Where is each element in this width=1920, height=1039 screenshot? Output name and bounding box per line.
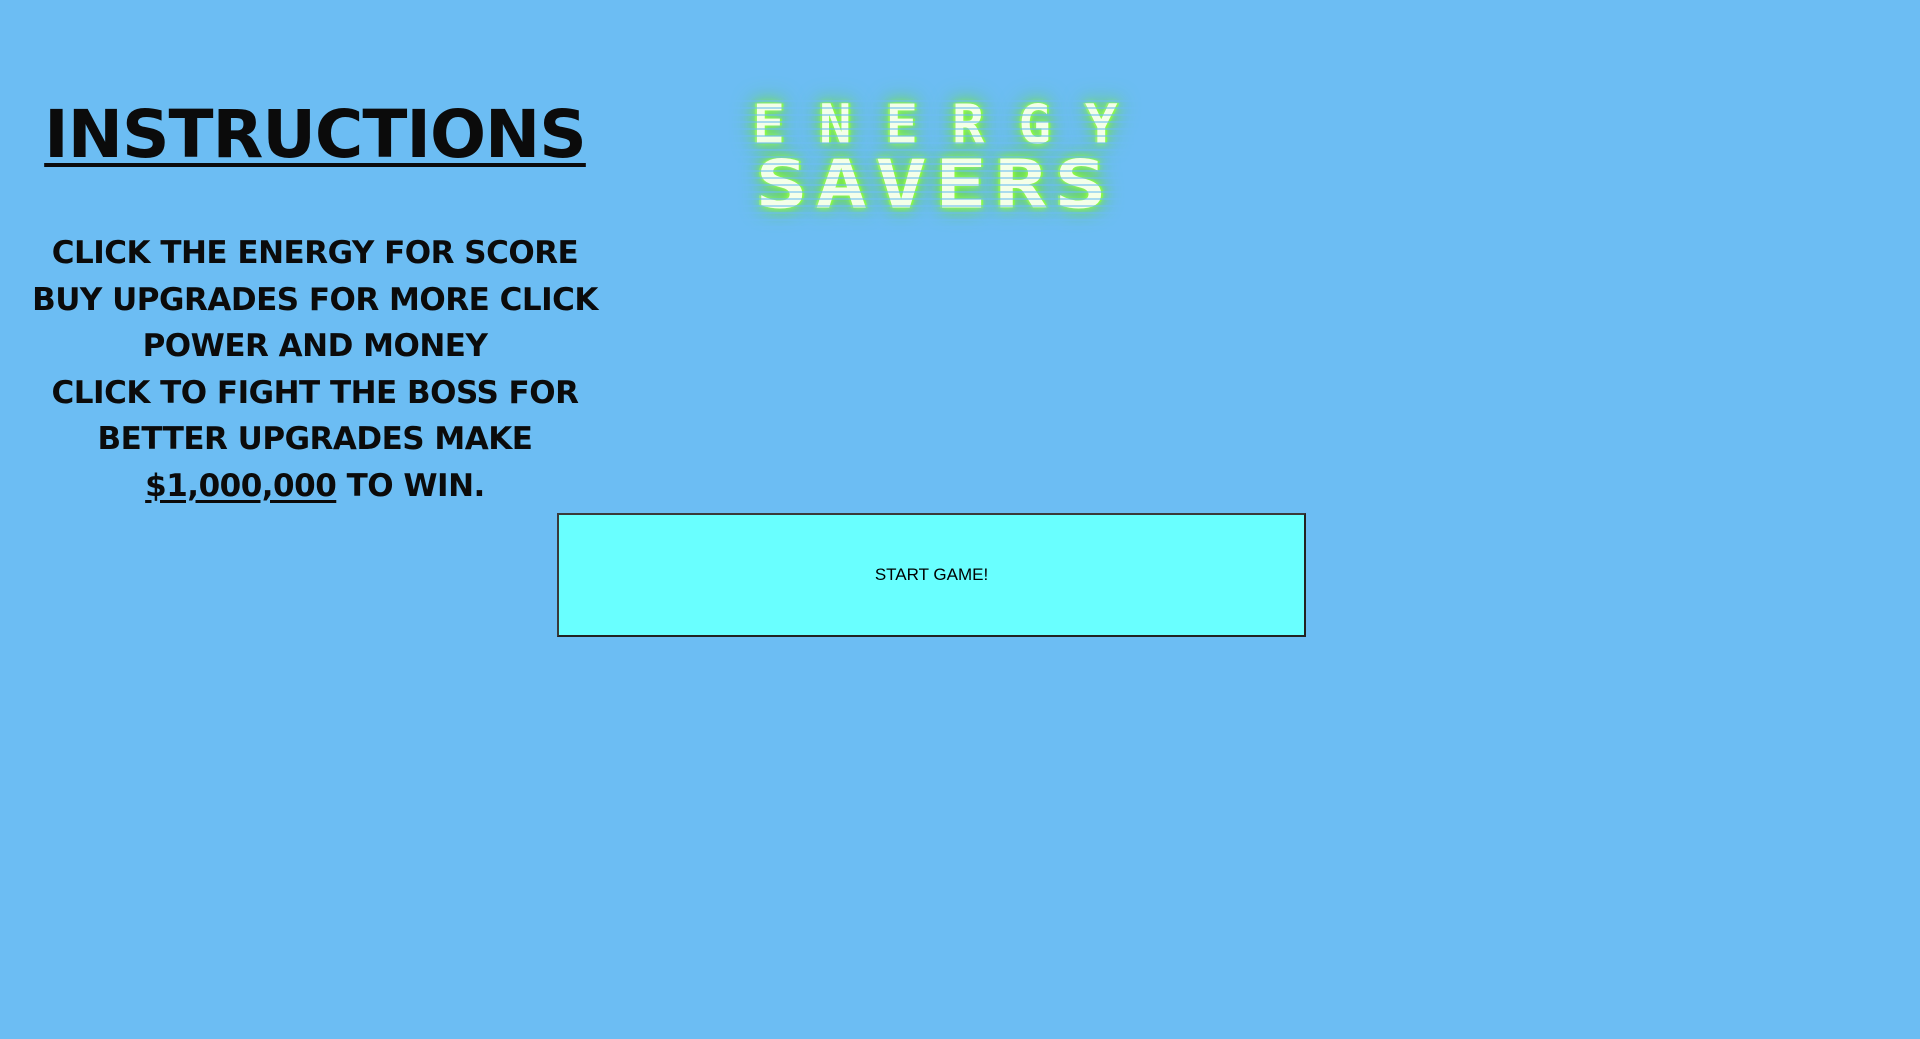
- instruction-line: BUY UPGRADES FOR MORE CLICK: [32, 281, 598, 318]
- instructions-title-text: INSTRUCTIONS: [44, 96, 587, 173]
- game-logo: ENERGY SAVERS: [640, 95, 1230, 235]
- instruction-line: CLICK TO FIGHT THE BOSS FOR: [51, 374, 579, 411]
- prize-amount: $1,000,000: [145, 467, 337, 504]
- instructions-panel: INSTRUCTIONS CLICK THE ENERGY FOR SCORE …: [20, 85, 610, 515]
- instruction-line: BETTER UPGRADES MAKE: [97, 421, 533, 457]
- instructions-title: INSTRUCTIONS: [20, 95, 610, 175]
- instruction-line-win: $1,000,000 TO WIN.: [20, 463, 610, 510]
- instruction-line: CLICK THE ENERGY FOR SCORE: [51, 235, 579, 271]
- instruction-line: POWER AND MONEY: [142, 328, 488, 364]
- logo-line-savers: SAVERS: [755, 146, 1115, 225]
- win-suffix: TO WIN.: [336, 467, 486, 504]
- start-game-button[interactable]: START GAME!: [557, 513, 1306, 637]
- instructions-text: CLICK THE ENERGY FOR SCORE BUY UPGRADES …: [20, 230, 610, 509]
